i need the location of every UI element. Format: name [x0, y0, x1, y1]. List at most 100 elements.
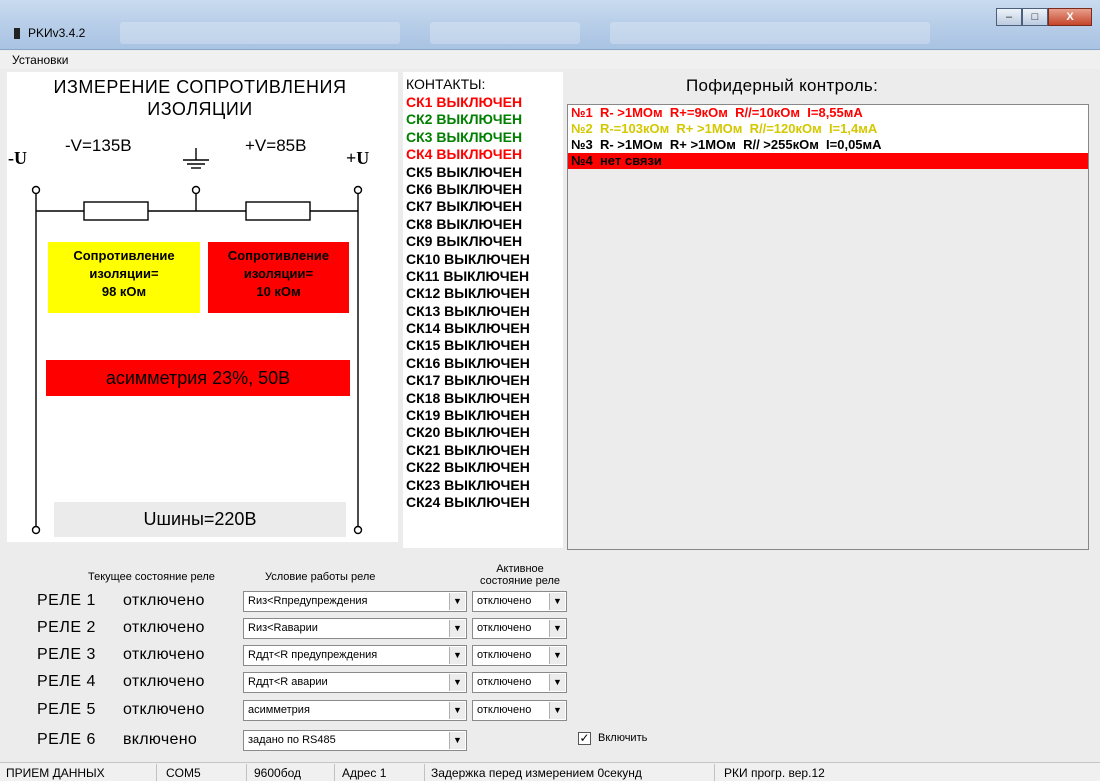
app-window: PKИv3.4.2 – □ X Установки ИЗМЕРЕНИЕ СОПР… [0, 0, 1100, 781]
relay-active-state-select[interactable]: отключено ▼ [472, 618, 567, 639]
asymmetry-indicator: асимметрия 23%, 50В [46, 360, 350, 396]
relay-condition-value: асимметрия [248, 704, 310, 716]
status-delay: Задержка перед измерением 0секунд [431, 766, 642, 780]
dropdown-arrow-icon[interactable]: ▼ [449, 647, 465, 664]
contact-item: СК8 ВЫКЛЮЧЕН [406, 215, 523, 232]
relay-row: РЕЛЕ 2 отключено Rиз<Rаварии ▼ отключено ▼ [0, 617, 600, 641]
feeder-control-header: Пофидерный контроль: [686, 76, 879, 95]
contact-item: СК7 ВЫКЛЮЧЕН [406, 198, 523, 215]
insulation-resistance-minus: Сопротивление изоляции= 98 кОм [48, 242, 200, 313]
relay-condition-value: Rиз<Rпредупреждения [248, 595, 368, 607]
relay-condition-value: Rддт<R аварии [248, 676, 328, 688]
relay-condition-select[interactable]: Rддт<R предупреждения ▼ [243, 645, 467, 666]
contact-item: СК24 ВЫКЛЮЧЕН [406, 493, 530, 510]
contact-item: СК12 ВЫКЛЮЧЕН [406, 285, 530, 302]
relay-condition-value: задано по RS485 [248, 734, 336, 746]
relay-condition-header: Условие работы реле [265, 571, 376, 583]
relay-name: РЕЛЕ 1 [37, 592, 96, 609]
bus-voltage: Uшины=220В [54, 502, 346, 537]
dropdown-arrow-icon[interactable]: ▼ [549, 674, 565, 691]
contact-item: СК17 ВЫКЛЮЧЕН [406, 372, 530, 389]
status-version: РКИ прогр. вер.12 [724, 766, 825, 780]
enable-label: Включить [598, 732, 648, 744]
status-bar: ПРИЕМ ДАННЫХ COM5 9600бод Адрес 1 Задерж… [0, 762, 1100, 781]
status-address: Адрес 1 [342, 766, 387, 780]
status-port: COM5 [166, 766, 201, 780]
feeder-row[interactable]: №1 R- >1MOм R+=9кОм R//=10кОм I=8,55мA [568, 105, 1088, 121]
status-receive: ПРИЕМ ДАННЫХ [6, 766, 105, 780]
dropdown-arrow-icon[interactable]: ▼ [549, 702, 565, 719]
dropdown-arrow-icon[interactable]: ▼ [449, 593, 465, 610]
relay-name: РЕЛЕ 6 [37, 731, 96, 748]
resistance-value: 98 кОм [101, 284, 147, 299]
relay-condition-select[interactable]: асимметрия ▼ [243, 700, 467, 721]
contact-item: СК16 ВЫКЛЮЧЕН [406, 354, 530, 371]
relay-current-state: отключено [123, 701, 205, 718]
relay-condition-value: Rддт<R предупреждения [248, 649, 378, 661]
relay-condition-value: Rиз<Rаварии [248, 622, 318, 634]
relay-active-header: Активное состояние реле [479, 563, 561, 587]
relay-active-state-value: отключено [477, 622, 532, 634]
relay-row: РЕЛЕ 6 включено задано по RS485 ▼ [0, 729, 600, 753]
relay-active-state-select[interactable]: отключено ▼ [472, 700, 567, 721]
relay-current-state: отключено [123, 592, 205, 609]
relay-name: РЕЛЕ 4 [37, 673, 96, 690]
dropdown-arrow-icon[interactable]: ▼ [449, 732, 465, 749]
contact-item: СК6 ВЫКЛЮЧЕН [406, 180, 523, 197]
relay-condition-select[interactable]: задано по RS485 ▼ [243, 730, 467, 751]
relay-active-state-select[interactable]: отключено ▼ [472, 645, 567, 666]
relay-name: РЕЛЕ 5 [37, 701, 96, 718]
enable-checkbox[interactable]: ✓ [578, 732, 591, 745]
contact-item: СК10 ВЫКЛЮЧЕН [406, 250, 530, 267]
contact-item: СК15 ВЫКЛЮЧЕН [406, 337, 530, 354]
resistance-label: Сопротивление [227, 248, 330, 263]
relay-name: РЕЛЕ 2 [37, 619, 96, 636]
resistance-label: Сопротивление [73, 248, 175, 263]
relay-active-state-select[interactable]: отключено ▼ [472, 591, 567, 612]
relay-row: РЕЛЕ 1 отключено Rиз<Rпредупреждения ▼ отклю… [0, 590, 600, 614]
relay-current-state: включено [123, 731, 198, 748]
insulation-resistance-plus: Сопротивление изоляции= 10 кОм [208, 242, 349, 313]
relay-active-state-value: отключено [477, 704, 532, 716]
contact-item: СК1 ВЫКЛЮЧЕН [406, 94, 523, 110]
relay-condition-select[interactable]: Rиз<Rпредупреждения ▼ [243, 591, 467, 612]
relay-active-state-value: отключено [477, 649, 532, 661]
dropdown-arrow-icon[interactable]: ▼ [449, 620, 465, 637]
contact-item: СК22 ВЫКЛЮЧЕН [406, 459, 530, 476]
relay-active-state-value: отключено [477, 595, 532, 607]
contact-item: СК19 ВЫКЛЮЧЕН [406, 407, 530, 424]
resistance-label: изоляции= [89, 266, 159, 281]
dropdown-arrow-icon[interactable]: ▼ [549, 647, 565, 664]
feeder-row[interactable]: №4 нет связи [568, 153, 1088, 169]
resistance-label: изоляции= [243, 266, 314, 281]
relay-current-state: отключено [123, 646, 205, 663]
relay-active-state-value: отключено [477, 676, 532, 688]
relay-row: РЕЛЕ 3 отключено Rддт<R предупреждения ▼ отк… [0, 644, 600, 668]
relay-row: РЕЛЕ 4 отключено Rддт<R аварии ▼ отключено ▼ [0, 671, 600, 695]
feeder-row[interactable]: №3 R- >1MOм R+ >1MOм R// >255кОм I=0,05м… [568, 137, 1088, 153]
relay-active-state-select[interactable]: отключено ▼ [472, 672, 567, 693]
contact-item: СК4 ВЫКЛЮЧЕН [406, 146, 523, 163]
contact-list: СК1 ВЫКЛЮЧЕН СК2 ВЫКЛЮЧЕН СК3 ВЫКЛЮЧЕН СК4 … [406, 94, 530, 511]
contact-item: СК13 ВЫКЛЮЧЕН [406, 302, 530, 319]
contact-item: СК14 ВЫКЛЮЧЕН [406, 320, 530, 337]
feeder-row[interactable]: №2 R-=103кОм R+ >1MOм R//=120кОм I=1,4мA [568, 121, 1088, 137]
dropdown-arrow-icon[interactable]: ▼ [449, 674, 465, 691]
contact-item: СК3 ВЫКЛЮЧЕН [406, 128, 523, 145]
dropdown-arrow-icon[interactable]: ▼ [449, 702, 465, 719]
contact-item: СК2 ВЫКЛЮЧЕН [406, 111, 523, 128]
contact-item: СК23 ВЫКЛЮЧЕН [406, 476, 530, 493]
relay-state-header: Текущее состояние реле [88, 571, 215, 583]
contact-item: СК11 ВЫКЛЮЧЕН [406, 267, 530, 284]
feeder-list[interactable]: №1 R- >1MOм R+=9кОм R//=10кОм I=8,55мA №2… [567, 104, 1089, 550]
contact-item: СК20 ВЫКЛЮЧЕН [406, 424, 530, 441]
relay-condition-select[interactable]: Rиз<Rаварии ▼ [243, 618, 467, 639]
resistance-value: 10 кОм [256, 284, 301, 299]
relay-current-state: отключено [123, 673, 205, 690]
status-baud: 9600бод [254, 766, 301, 780]
contact-item: СК21 ВЫКЛЮЧЕН [406, 441, 530, 458]
dropdown-arrow-icon[interactable]: ▼ [549, 620, 565, 637]
relay-condition-select[interactable]: Rддт<R аварии ▼ [243, 672, 467, 693]
dropdown-arrow-icon[interactable]: ▼ [549, 593, 565, 610]
contacts-header: КОНТАКТЫ: [406, 76, 486, 92]
